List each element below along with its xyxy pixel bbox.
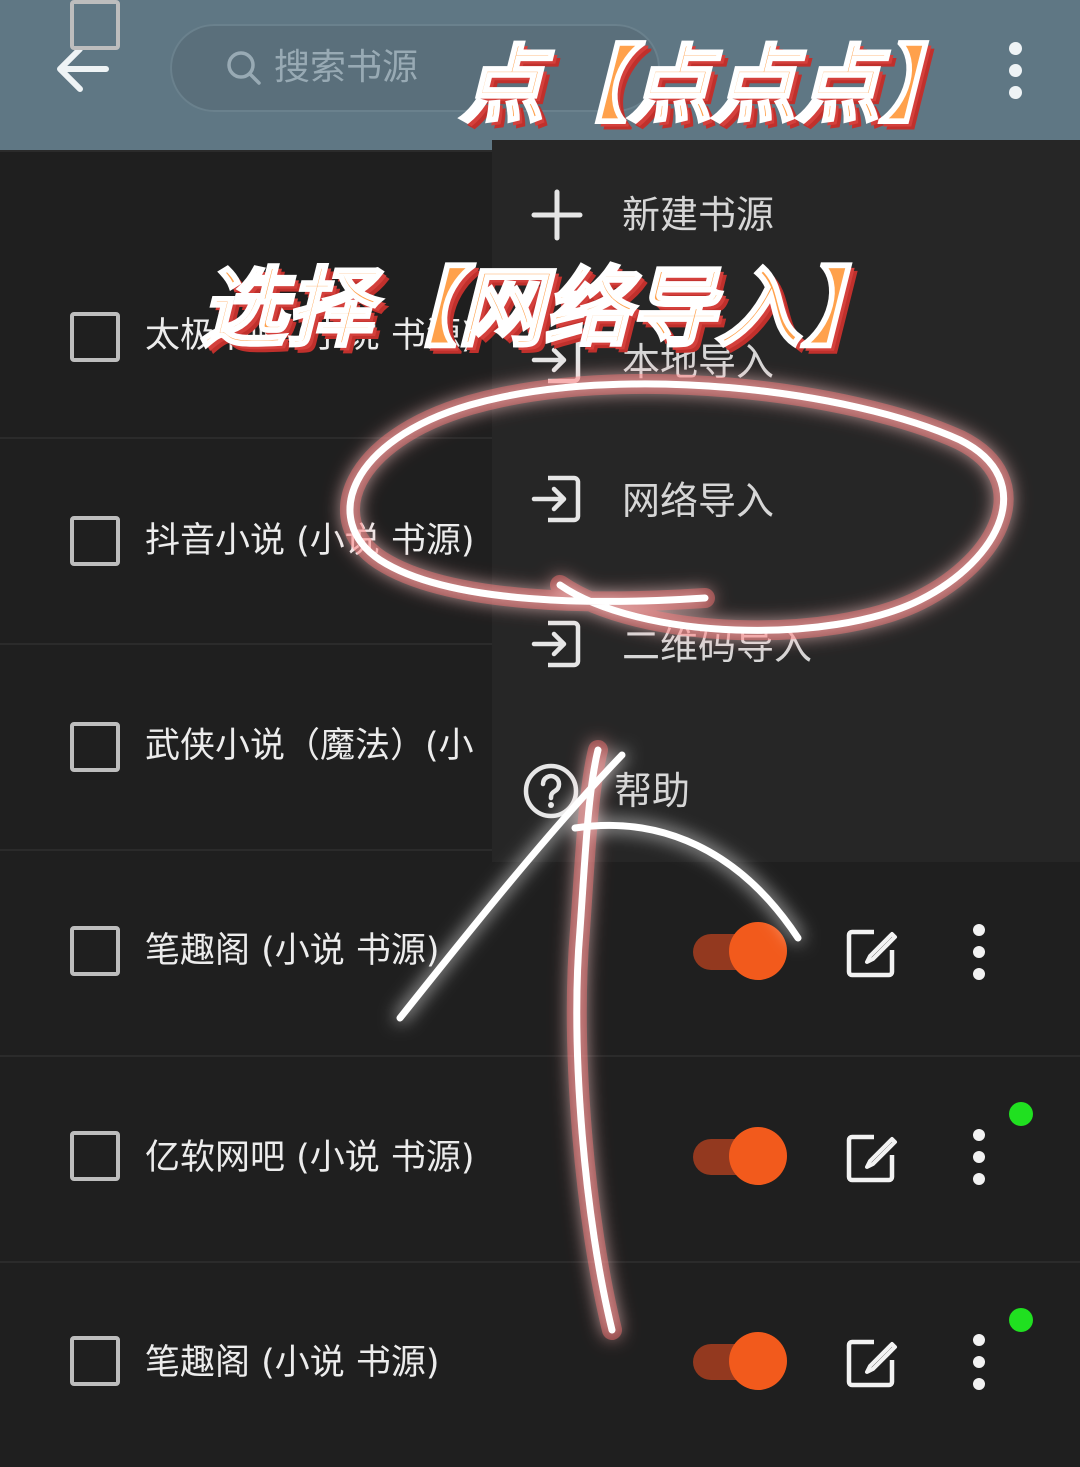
item-more-button[interactable]	[962, 1332, 996, 1396]
toggle-thumb	[729, 1127, 787, 1185]
menu-item-network-import[interactable]: 网络导入	[492, 440, 1080, 570]
dot	[973, 1378, 985, 1390]
menu-item-qrcode-import[interactable]: 二维码导入	[492, 585, 1080, 715]
edit-icon[interactable]	[844, 926, 898, 980]
checkbox[interactable]	[70, 516, 120, 566]
dot	[973, 1356, 985, 1368]
toggle-thumb	[729, 1332, 787, 1390]
edit-icon[interactable]	[844, 1336, 898, 1390]
plus-icon	[531, 189, 583, 241]
toggle-thumb	[729, 922, 787, 980]
status-dot	[1009, 1102, 1033, 1126]
dot	[973, 924, 985, 936]
help-circle-icon	[523, 763, 579, 819]
checkbox[interactable]	[70, 722, 120, 772]
source-name: 亿软网吧 (小说 书源)	[145, 1138, 475, 1178]
annotation-tap-hint: 点【点点点】	[458, 35, 965, 136]
checkbox[interactable]	[70, 926, 120, 976]
checkbox[interactable]	[70, 1336, 120, 1386]
edit-icon[interactable]	[844, 1131, 898, 1185]
source-name: 抖音小说 (小说 书源)	[145, 521, 475, 561]
source-name: 笔趣阁 (小说 书源)	[145, 1343, 440, 1383]
menu-item-label: 二维码导入	[622, 624, 813, 668]
list-item[interactable]: 笔趣阁 (小说 书源)	[0, 1262, 1080, 1467]
dot	[973, 946, 985, 958]
item-more-button[interactable]	[962, 1127, 996, 1191]
list-item[interactable]: 笔趣阁 (小说 书源)	[0, 850, 1080, 1057]
enable-toggle[interactable]	[693, 1127, 788, 1185]
dot	[973, 1334, 985, 1346]
status-dot	[1009, 1308, 1033, 1332]
dot	[973, 1173, 985, 1185]
source-name: 笔趣阁 (小说 书源)	[145, 931, 440, 971]
dot	[973, 968, 985, 980]
import-icon	[531, 620, 581, 668]
item-more-button[interactable]	[962, 922, 996, 986]
menu-item-label: 帮助	[614, 769, 691, 813]
enable-toggle[interactable]	[693, 922, 788, 980]
menu-item-help[interactable]: 帮助	[492, 730, 1080, 860]
source-name: 武侠小说（魔法）(小	[145, 726, 474, 766]
import-icon	[531, 475, 581, 523]
checkbox[interactable]	[70, 1131, 120, 1181]
enable-toggle[interactable]	[693, 1332, 788, 1390]
list-item[interactable]: 亿软网吧 (小说 书源)	[0, 1056, 1080, 1263]
menu-item-label: 网络导入	[622, 479, 775, 523]
checkbox[interactable]	[70, 0, 120, 50]
checkbox[interactable]	[70, 312, 120, 362]
menu-item-label: 新建书源	[622, 193, 775, 237]
dot	[973, 1129, 985, 1141]
dot	[973, 1151, 985, 1163]
annotation-select-hint: 选择【网络导入】	[199, 258, 890, 361]
